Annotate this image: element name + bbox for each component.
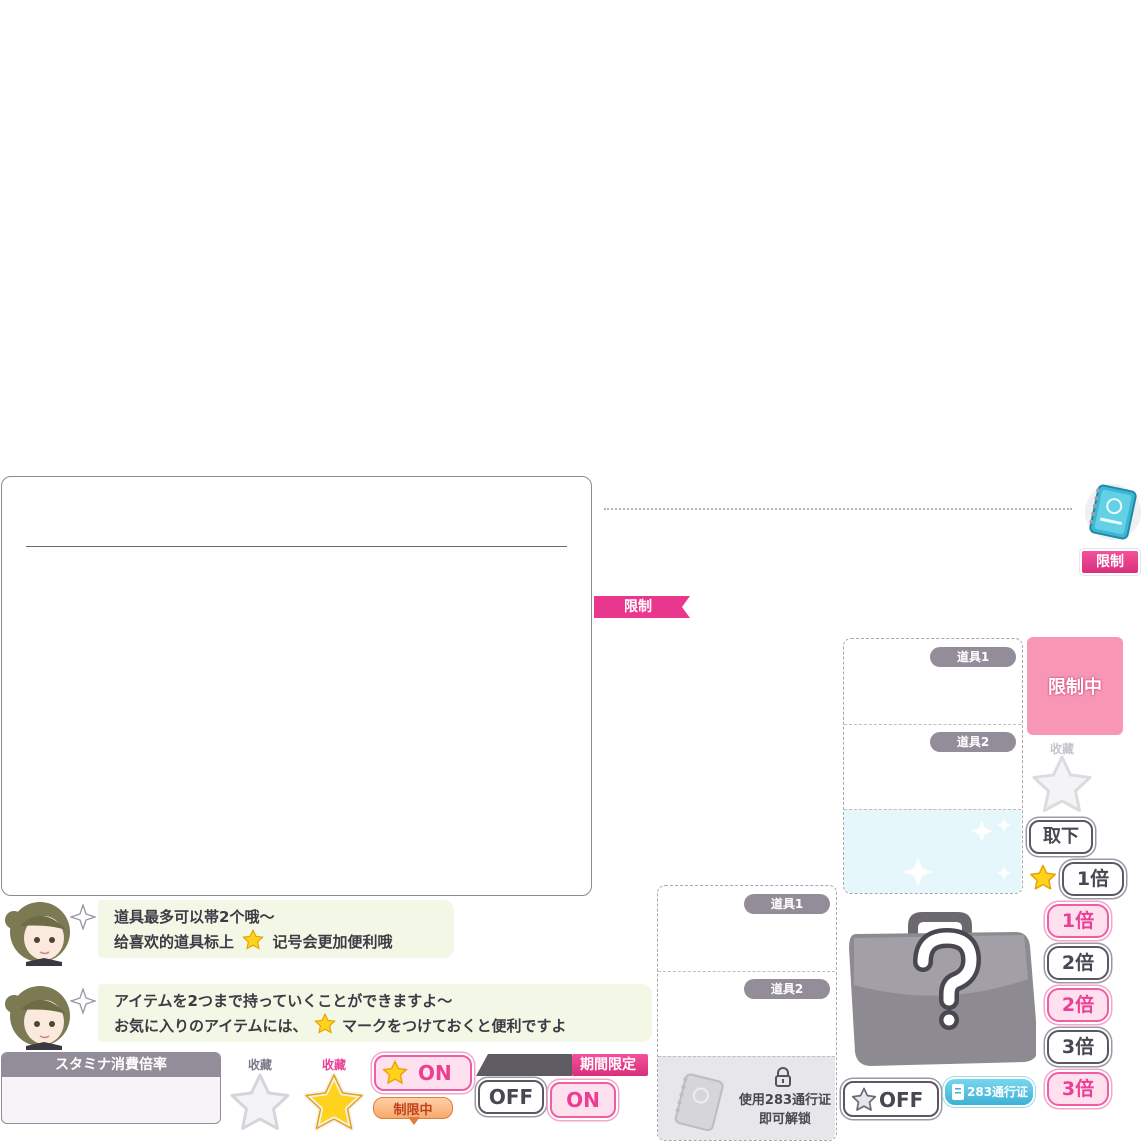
- tip-jp-line2-a: お気に入りのアイテムには、: [114, 1017, 308, 1035]
- slot1-tag-left: 道具1: [744, 894, 830, 914]
- multiplier-label: 2倍: [1061, 994, 1095, 1016]
- pass-badge-label: 283通行证: [967, 1085, 1029, 1099]
- toggle-off-button[interactable]: OFF: [478, 1080, 544, 1114]
- period-limited-label: 期間限定: [580, 1057, 636, 1073]
- collect-off-label: 收藏: [247, 1058, 272, 1072]
- limited-button[interactable]: 限制中: [1027, 637, 1123, 735]
- star-on-label: ON: [418, 1061, 452, 1085]
- limited-small-label: 制限中: [393, 1103, 433, 1118]
- limited-small-badge: 制限中: [373, 1097, 453, 1125]
- slot2-tag-left: 道具2: [744, 979, 830, 999]
- multiplier-label: 1倍: [1061, 910, 1095, 932]
- collect-on-label: 收藏: [321, 1058, 346, 1072]
- tip-jp: アイテムを2つまで持っていくことができますよ～ お気に入りのアイテムには、 マー…: [0, 980, 660, 1050]
- multiplier-button-3[interactable]: 2倍: [1047, 988, 1109, 1022]
- item-slots-left: 道具1 道具2 使用283通行证 即可解锁: [657, 885, 837, 1141]
- tip-jp-bubble: アイテムを2つまで持っていくことができますよ～ お気に入りのアイテムには、 マー…: [98, 984, 652, 1042]
- slot1-tag: 道具1: [930, 647, 1016, 667]
- star-multiplier-button[interactable]: 1倍: [1062, 862, 1124, 896]
- stamina-title: スタミナ消費倍率: [2, 1053, 220, 1077]
- toggle-on-label: ON: [566, 1088, 600, 1112]
- slot-divider-left: [658, 971, 835, 972]
- lock-icon: [774, 1067, 792, 1087]
- remove-button[interactable]: 取下: [1029, 820, 1093, 854]
- star-icon: [382, 1060, 408, 1085]
- pass-badge: 283通行证: [945, 1079, 1033, 1105]
- period-bar: [476, 1054, 572, 1076]
- star-icon: [242, 928, 265, 950]
- sparkle-icon: [68, 986, 98, 1016]
- tip-cn-line2-b: 记号会更加便利哦: [272, 933, 393, 951]
- slot2-tag: 道具2: [930, 732, 1016, 752]
- locked-slot: 使用283通行证 即可解锁: [658, 1056, 835, 1140]
- limit-ribbon-top: 限制: [1082, 551, 1138, 573]
- remove-button-label: 取下: [1043, 826, 1079, 847]
- multiplier-button-4[interactable]: 3倍: [1047, 1030, 1109, 1064]
- star-multiplier-label: 1倍: [1076, 868, 1110, 890]
- tip-jp-line2: お気に入りのアイテムには、 マークをつけておくと便利ですよ: [114, 1012, 652, 1038]
- star-off-button[interactable]: OFF: [843, 1081, 939, 1117]
- star-on-button[interactable]: ON: [374, 1055, 472, 1091]
- multiplier-button-1[interactable]: 1倍: [1047, 904, 1109, 938]
- favorite-star-on-icon[interactable]: [302, 1072, 366, 1134]
- star-icon: [313, 1012, 336, 1034]
- star-off-label: OFF: [879, 1088, 924, 1112]
- tip-jp-line2-b: マークをつけておくと便利ですよ: [341, 1017, 567, 1035]
- briefcase-icon: [846, 904, 1039, 1070]
- tip-cn-line1: 道具最多可以帯2个哦～: [114, 908, 275, 926]
- limit-ribbon-mid: 限制: [594, 596, 690, 618]
- toggle-off-label: OFF: [488, 1085, 534, 1109]
- tip-jp-line1: アイテムを2つまで持っていくことができますよ～: [114, 992, 453, 1010]
- multiplier-label: 3倍: [1061, 1078, 1095, 1100]
- tip-cn-bubble: 道具最多可以帯2个哦～ 给喜欢的道具标上 记号会更加便利哦: [98, 900, 454, 958]
- pass-lock-line1: 使用283通行证: [738, 1093, 832, 1108]
- limit-ribbon-mid-label: 限制: [624, 599, 652, 615]
- favorite-star-empty-icon[interactable]: [1030, 754, 1094, 816]
- toggle-on-button[interactable]: ON: [550, 1082, 616, 1118]
- multiplier-label: 3倍: [1061, 1036, 1095, 1058]
- tip-cn: 道具最多可以帯2个哦～ 给喜欢的道具标上 记号会更加便利哦: [0, 896, 470, 966]
- star-outline-icon: [851, 1087, 877, 1111]
- multiplier-button-2[interactable]: 2倍: [1047, 946, 1109, 980]
- dotted-divider: [604, 508, 1072, 510]
- empty-slot-highlight[interactable]: [844, 809, 1021, 893]
- item-dialog-panel: [1, 476, 592, 896]
- tip-cn-line2-a: 给喜欢的道具标上: [114, 933, 235, 951]
- slot-divider: [844, 724, 1021, 725]
- item-slots-right: 道具1 道具2: [843, 638, 1023, 894]
- sparkle-icon: [68, 902, 98, 932]
- pass-lock-line2: 即可解锁: [758, 1112, 811, 1127]
- notebook-icon-faded: [668, 1071, 728, 1135]
- notebook-icon: [1084, 480, 1142, 546]
- dialog-divider: [26, 546, 567, 547]
- multiplier-button-5[interactable]: 3倍: [1047, 1072, 1109, 1106]
- star-icon: [1029, 864, 1057, 892]
- tip-cn-line2: 给喜欢的道具标上 记号会更加便利哦: [114, 928, 454, 954]
- stamina-panel: スタミナ消費倍率: [1, 1052, 221, 1124]
- favorite-star-off-icon[interactable]: [228, 1072, 292, 1134]
- limited-button-label: 限制中: [1048, 677, 1102, 698]
- multiplier-label: 2倍: [1061, 952, 1095, 974]
- period-limited-badge: 期間限定: [572, 1054, 648, 1076]
